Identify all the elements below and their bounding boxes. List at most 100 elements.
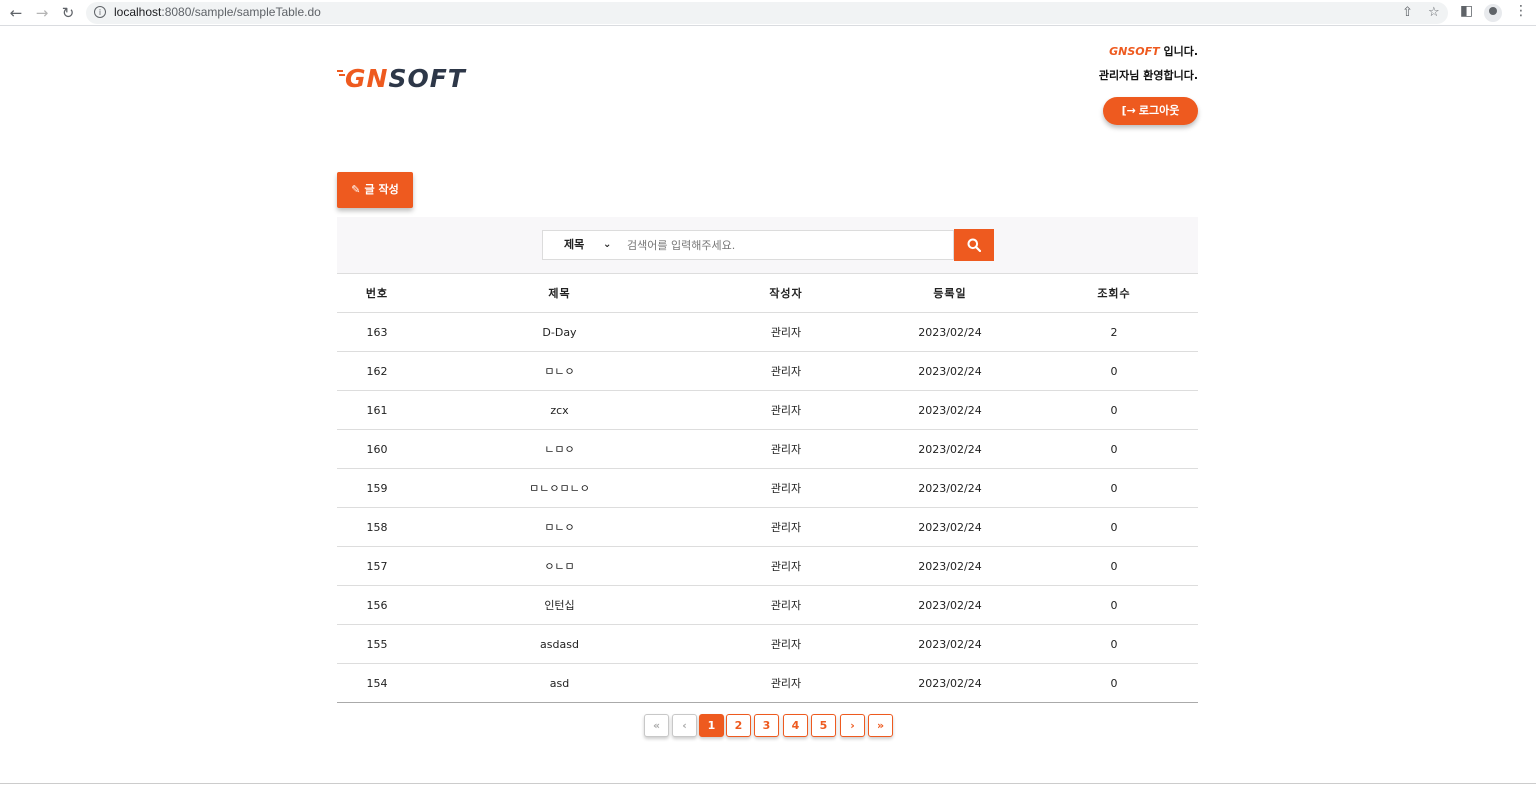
row-title[interactable]: ㄴㅁㅇ bbox=[417, 429, 702, 469]
row-no: 155 bbox=[337, 624, 417, 664]
row-title[interactable]: ㅁㄴㅇ bbox=[417, 351, 702, 391]
header-date: 등록일 bbox=[870, 274, 1030, 313]
back-arrow-icon[interactable]: ← bbox=[6, 3, 26, 23]
row-title[interactable]: ㅁㄴㅇㅁㄴㅇ bbox=[417, 468, 702, 508]
page-button-2[interactable]: 2 bbox=[726, 714, 751, 737]
table-row[interactable]: 161 zcx 관리자 2023/02/24 0 bbox=[337, 390, 1198, 430]
browser-toolbar: ← → ↻ i localhost:8080/sample/sampleTabl… bbox=[0, 0, 1536, 26]
page-button-3[interactable]: 3 bbox=[754, 714, 779, 737]
row-no: 161 bbox=[337, 390, 417, 430]
welcome-user: 관리자님 환영합니다. bbox=[1098, 69, 1198, 82]
last-page-button[interactable]: » bbox=[868, 714, 893, 737]
row-views: 0 bbox=[1030, 546, 1198, 586]
share-icon[interactable]: ⇧ bbox=[1402, 5, 1413, 20]
row-no: 157 bbox=[337, 546, 417, 586]
address-bar[interactable]: i localhost:8080/sample/sampleTable.do ⇧… bbox=[86, 2, 1448, 24]
footer-divider bbox=[0, 783, 1536, 784]
reload-icon[interactable]: ↻ bbox=[58, 3, 78, 23]
table-row[interactable]: 162 ㅁㄴㅇ 관리자 2023/02/24 0 bbox=[337, 351, 1198, 391]
row-writer: 관리자 bbox=[702, 429, 870, 469]
bookmark-star-icon[interactable]: ☆ bbox=[1428, 5, 1440, 20]
row-views: 0 bbox=[1030, 351, 1198, 391]
edit-icon: ✎ bbox=[351, 183, 361, 196]
welcome-company: GNSOFT 입니다. bbox=[1109, 45, 1198, 58]
table-row[interactable]: 159 ㅁㄴㅇㅁㄴㅇ 관리자 2023/02/24 0 bbox=[337, 468, 1198, 508]
forward-arrow-icon[interactable]: → bbox=[32, 3, 52, 23]
row-title[interactable]: D-Day bbox=[417, 312, 702, 352]
row-views: 0 bbox=[1030, 468, 1198, 508]
prev-page-button[interactable]: ‹ bbox=[672, 714, 697, 737]
row-title[interactable]: ㅁㄴㅇ bbox=[417, 507, 702, 547]
row-date: 2023/02/24 bbox=[870, 390, 1030, 430]
search-button[interactable] bbox=[954, 229, 994, 261]
more-menu-icon[interactable]: ⋮ bbox=[1514, 3, 1528, 19]
table-row[interactable]: 157 ㅇㄴㅁ 관리자 2023/02/24 0 bbox=[337, 546, 1198, 586]
table-header-row: 번호 제목 작성자 등록일 조회수 bbox=[337, 274, 1198, 313]
write-post-button[interactable]: ✎ 글 작성 bbox=[337, 172, 413, 208]
row-views: 0 bbox=[1030, 390, 1198, 430]
search-panel: 제목 ⌄ bbox=[337, 217, 1198, 274]
row-writer: 관리자 bbox=[702, 663, 870, 703]
logo-text: GNSOFT bbox=[345, 64, 466, 93]
row-title[interactable]: asd bbox=[417, 663, 702, 703]
page-button-5[interactable]: 5 bbox=[811, 714, 836, 737]
row-date: 2023/02/24 bbox=[870, 585, 1030, 625]
logout-button[interactable]: [→ 로그아웃 bbox=[1103, 97, 1198, 125]
table-row[interactable]: 156 인턴십 관리자 2023/02/24 0 bbox=[337, 585, 1198, 625]
row-views: 0 bbox=[1030, 585, 1198, 625]
table-row[interactable]: 158 ㅁㄴㅇ 관리자 2023/02/24 0 bbox=[337, 507, 1198, 547]
table-row[interactable]: 154 asd 관리자 2023/02/24 0 bbox=[337, 663, 1198, 703]
row-views: 0 bbox=[1030, 624, 1198, 664]
search-box: 제목 ⌄ bbox=[542, 230, 954, 260]
row-writer: 관리자 bbox=[702, 507, 870, 547]
row-views: 2 bbox=[1030, 312, 1198, 352]
row-views: 0 bbox=[1030, 507, 1198, 547]
row-date: 2023/02/24 bbox=[870, 546, 1030, 586]
row-no: 158 bbox=[337, 507, 417, 547]
row-date: 2023/02/24 bbox=[870, 468, 1030, 508]
header-views: 조회수 bbox=[1030, 274, 1198, 313]
row-title[interactable]: 인턴십 bbox=[417, 585, 702, 625]
row-no: 154 bbox=[337, 663, 417, 703]
row-writer: 관리자 bbox=[702, 546, 870, 586]
row-no: 162 bbox=[337, 351, 417, 391]
search-field-select[interactable]: 제목 ⌄ bbox=[543, 231, 619, 259]
row-views: 0 bbox=[1030, 663, 1198, 703]
header-title: 제목 bbox=[417, 274, 702, 313]
row-date: 2023/02/24 bbox=[870, 429, 1030, 469]
page-button-4[interactable]: 4 bbox=[783, 714, 808, 737]
row-writer: 관리자 bbox=[702, 468, 870, 508]
row-date: 2023/02/24 bbox=[870, 663, 1030, 703]
row-title[interactable]: zcx bbox=[417, 390, 702, 430]
chevron-down-icon: ⌄ bbox=[603, 239, 612, 250]
logo-speed-marks bbox=[337, 70, 345, 76]
row-title[interactable]: asdasd bbox=[417, 624, 702, 664]
site-info-icon[interactable]: i bbox=[94, 6, 106, 18]
search-input[interactable] bbox=[627, 231, 947, 259]
row-no: 160 bbox=[337, 429, 417, 469]
row-date: 2023/02/24 bbox=[870, 507, 1030, 547]
row-writer: 관리자 bbox=[702, 390, 870, 430]
row-writer: 관리자 bbox=[702, 585, 870, 625]
address-url[interactable]: localhost:8080/sample/sampleTable.do bbox=[114, 5, 321, 19]
table-row[interactable]: 163 D-Day 관리자 2023/02/24 2 bbox=[337, 312, 1198, 352]
search-icon bbox=[967, 238, 981, 252]
side-panel-icon[interactable]: ◧ bbox=[1460, 3, 1473, 19]
next-page-button[interactable]: › bbox=[840, 714, 865, 737]
row-no: 156 bbox=[337, 585, 417, 625]
header-no: 번호 bbox=[337, 274, 417, 313]
row-no: 163 bbox=[337, 312, 417, 352]
row-no: 159 bbox=[337, 468, 417, 508]
table-row[interactable]: 155 asdasd 관리자 2023/02/24 0 bbox=[337, 624, 1198, 664]
row-date: 2023/02/24 bbox=[870, 312, 1030, 352]
logout-icon: [→ bbox=[1121, 104, 1136, 117]
table-row[interactable]: 160 ㄴㅁㅇ 관리자 2023/02/24 0 bbox=[337, 429, 1198, 469]
row-date: 2023/02/24 bbox=[870, 351, 1030, 391]
page-button-1[interactable]: 1 bbox=[699, 714, 724, 737]
row-writer: 관리자 bbox=[702, 312, 870, 352]
row-title[interactable]: ㅇㄴㅁ bbox=[417, 546, 702, 586]
profile-avatar-icon[interactable] bbox=[1484, 4, 1502, 22]
row-date: 2023/02/24 bbox=[870, 624, 1030, 664]
header-writer: 작성자 bbox=[702, 274, 870, 313]
first-page-button[interactable]: « bbox=[644, 714, 669, 737]
